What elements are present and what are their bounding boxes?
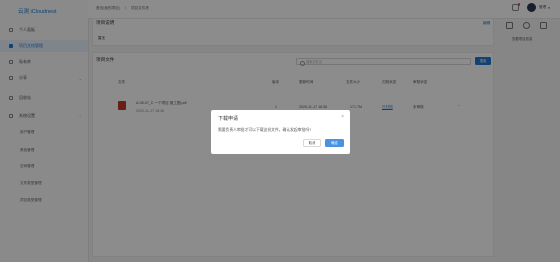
confirm-button[interactable]: 确定	[325, 139, 344, 147]
close-icon[interactable]: ×	[341, 114, 344, 120]
cancel-button[interactable]: 取消	[303, 139, 321, 147]
download-request-dialog: 下载申请 × 需要负责人审批才可以下载这份文件。确认发起审批吗? 取消 确定	[211, 110, 350, 154]
dialog-title: 下载申请	[218, 116, 239, 122]
dialog-message: 需要负责人审批才可以下载这份文件。确认发起审批吗?	[218, 128, 312, 132]
